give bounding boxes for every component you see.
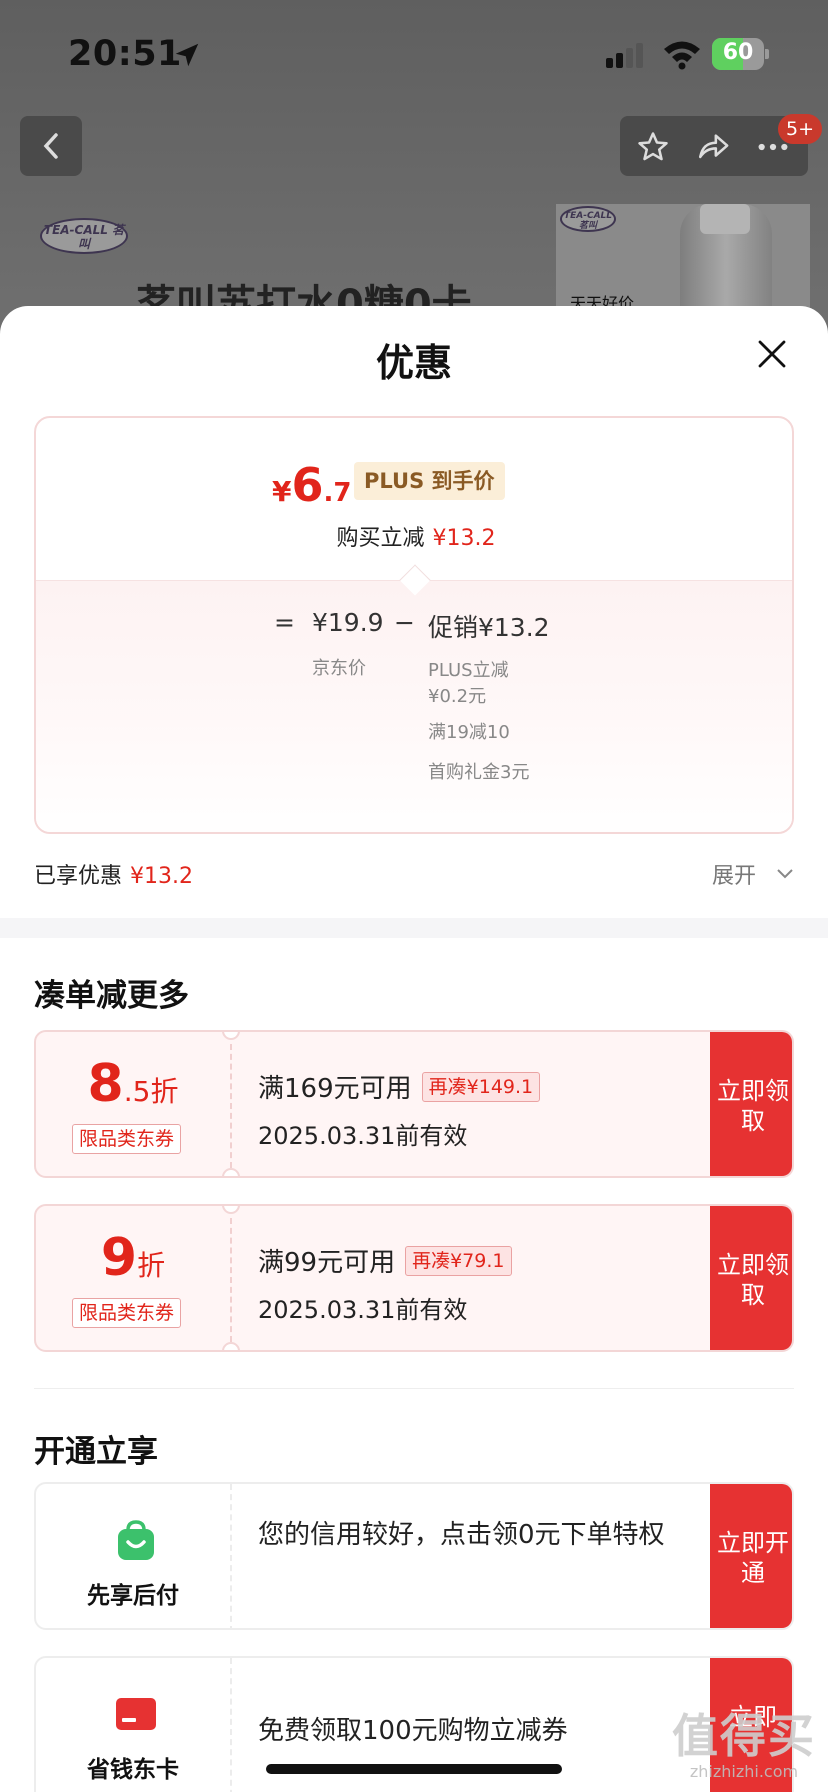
pay-later-text: 您的信用较好，点击领0元下单特权 — [258, 1520, 665, 1550]
chevron-left-icon — [43, 133, 58, 159]
expand-button[interactable]: 展开 — [712, 858, 793, 890]
chevron-down-icon — [777, 869, 793, 879]
watermark: 值得买 zhizhizhi.com — [672, 1709, 816, 1781]
location-arrow-icon — [175, 43, 199, 67]
promo-detail-full-reduction: 满19减10 — [428, 722, 510, 743]
battery-level: 60 — [722, 40, 754, 65]
home-indicator[interactable] — [266, 1764, 562, 1774]
price-formula-area — [36, 580, 792, 832]
promo-detail-plus: PLUS立减¥0.2元 — [428, 660, 509, 707]
coupon-type-tag: 限品类东券 — [72, 1298, 182, 1328]
cellular-signal-icon — [606, 43, 643, 68]
discount-sheet: 优惠 ¥6.7 PLUS 到手价 购买立减 ¥13.2 = ¥19.9 − 促销¥… — [0, 306, 828, 1792]
brand-logo-small: TEA-CALL 茗叫 — [560, 206, 616, 232]
brand-logo: TEA-CALL 茗叫 — [40, 218, 128, 254]
coupon-validity: 2025.03.31前有效 — [258, 1122, 468, 1150]
claim-coupon-button[interactable]: 立即领取 — [710, 1032, 792, 1176]
close-icon[interactable] — [754, 336, 790, 372]
back-button[interactable] — [20, 116, 82, 176]
section-title-open-benefits: 开通立享 — [34, 1434, 158, 1470]
plus-price-tag: PLUS 到手价 — [354, 462, 505, 500]
coupon-discount: 9折 — [100, 1228, 166, 1288]
jd-price-label: 京东价 — [312, 658, 366, 679]
message-count-badge: 5+ — [778, 114, 823, 144]
shopping-bag-icon — [118, 1520, 154, 1560]
share-icon[interactable] — [696, 130, 730, 164]
saving-card-label: 省钱东卡 — [87, 1757, 179, 1783]
claim-coupon-button[interactable]: 立即领取 — [710, 1206, 792, 1350]
sheet-title: 优惠 — [375, 341, 452, 385]
coupon-type-tag: 限品类东券 — [72, 1124, 182, 1154]
enjoyed-discount: 已享优惠 ¥13.2 — [34, 864, 193, 889]
battery-icon: 60 — [712, 38, 770, 70]
coupon-condition: 满99元可用 再凑¥79.1 — [258, 1242, 512, 1279]
promo-total: 促销¥13.2 — [428, 613, 550, 642]
promo-detail-first-gift: 首购礼金3元 — [428, 762, 530, 783]
activate-button[interactable]: 立即开通 — [710, 1484, 792, 1628]
coupon-card: 8.5折 限品类东券 满169元可用 再凑¥149.1 2025.03.31前有效… — [34, 1030, 794, 1178]
final-price: ¥6.7 — [272, 458, 352, 512]
coupon-discount: 8.5折 — [87, 1054, 179, 1114]
bottle-cap — [700, 204, 750, 234]
coupon-condition: 满169元可用 再凑¥149.1 — [258, 1068, 541, 1105]
saving-card-text: 免费领取100元购物立减券 — [258, 1716, 568, 1746]
background-product-page: 20:51 60 5+ TEA-CALL 茗叫 TEA-CALL 茗叫 茗叫苏打… — [0, 0, 828, 340]
coupon-validity: 2025.03.31前有效 — [258, 1296, 468, 1324]
coupon-card: 9折 限品类东券 满99元可用 再凑¥79.1 2025.03.31前有效 立即领… — [34, 1204, 794, 1352]
pay-later-card: 先享后付 您的信用较好，点击领0元下单特权 立即开通 — [34, 1482, 794, 1630]
coupon-add-more-tag: 再凑¥79.1 — [405, 1246, 512, 1276]
red-card-icon — [116, 1698, 156, 1730]
jd-price: ¥19.9 — [312, 608, 384, 637]
wifi-icon — [664, 41, 700, 70]
status-bar: 20:51 60 — [0, 0, 828, 110]
section-title-more-discounts: 凑单减更多 — [34, 978, 189, 1014]
star-icon[interactable] — [636, 130, 670, 164]
price-breakdown-card: ¥6.7 PLUS 到手价 购买立减 ¥13.2 = ¥19.9 − 促销¥13.… — [34, 416, 794, 834]
minus-sign: − — [394, 608, 415, 637]
coupon-add-more-tag: 再凑¥149.1 — [421, 1072, 541, 1102]
status-time: 20:51 — [68, 34, 182, 74]
pay-later-label: 先享后付 — [87, 1583, 179, 1609]
buy-cut-line: 购买立减 ¥13.2 — [336, 526, 496, 551]
equals-sign: = — [274, 608, 295, 637]
